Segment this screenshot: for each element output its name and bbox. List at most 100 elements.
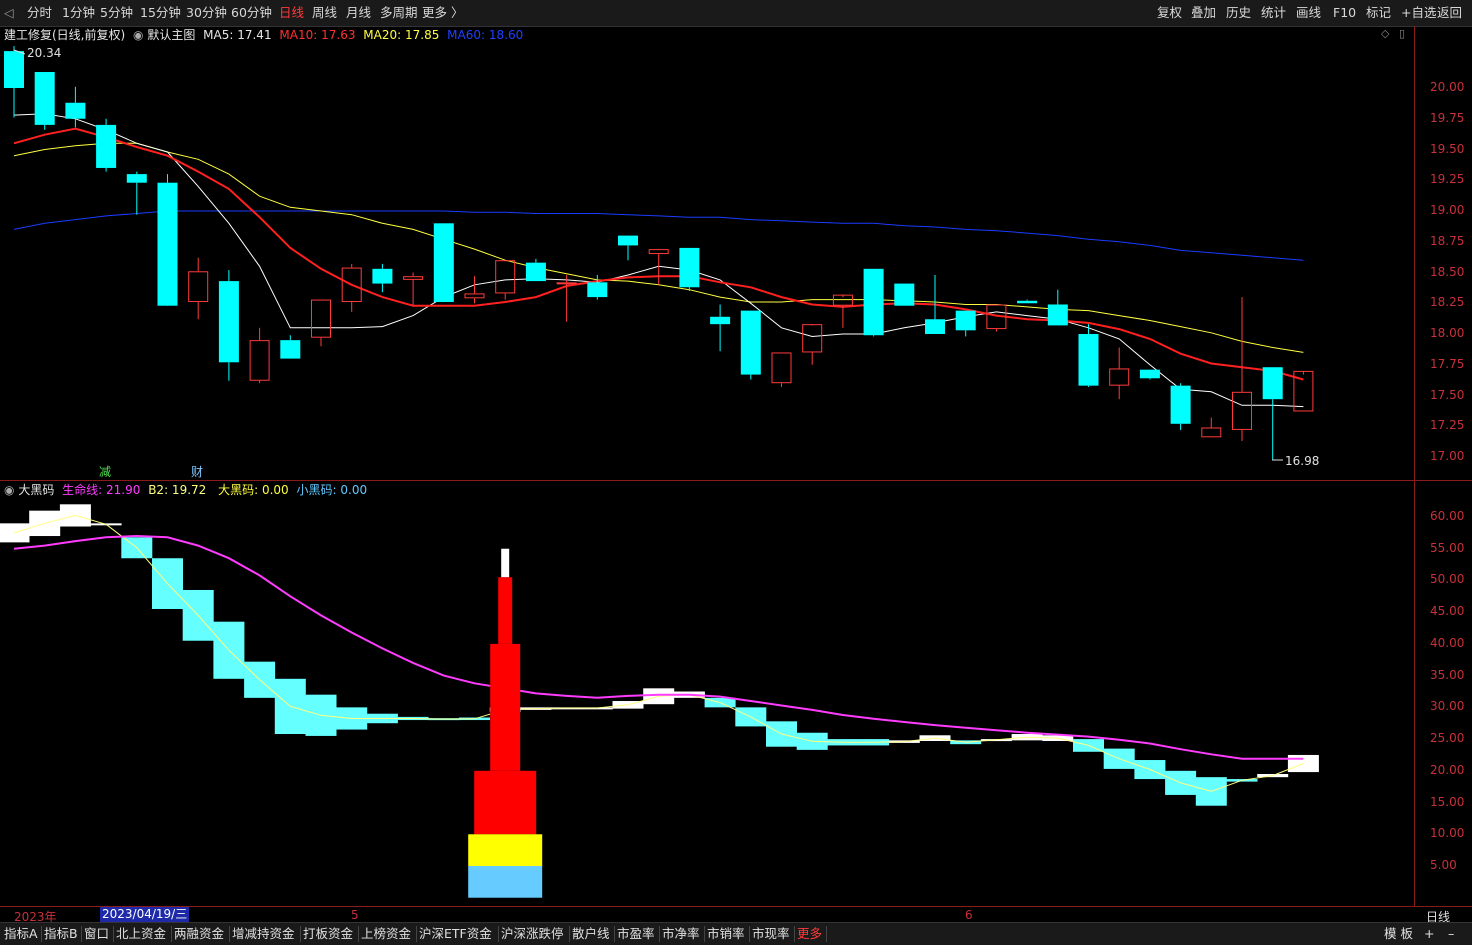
indicator-tab[interactable]: 市现率 bbox=[752, 925, 790, 943]
chip-tower-segment bbox=[468, 866, 543, 898]
date-axis: 2023年 2023/04/19/三 5 6 日线 bbox=[0, 906, 1472, 924]
tab-separator bbox=[300, 926, 301, 942]
indicator-tab[interactable]: 市销率 bbox=[707, 925, 745, 943]
indicator-tab[interactable]: 打板资金 bbox=[303, 925, 353, 943]
candle-body-down bbox=[218, 281, 239, 363]
chip-tower-segment bbox=[498, 577, 513, 644]
indicator-tab[interactable]: 窗口 bbox=[84, 925, 109, 943]
candle-body-down bbox=[618, 235, 638, 246]
candle-body-down bbox=[740, 310, 761, 375]
indicator-tab[interactable]: 上榜资金 bbox=[361, 925, 411, 943]
candle-body-down bbox=[955, 310, 976, 331]
candle-body-down bbox=[679, 247, 700, 288]
candle-body-down bbox=[525, 262, 546, 282]
price-tick-label: 19.50 bbox=[1430, 141, 1465, 156]
indicator-tab[interactable]: 北上资金 bbox=[116, 925, 166, 943]
tab-separator bbox=[826, 926, 827, 942]
tab-separator bbox=[498, 926, 499, 942]
remove-pane-button[interactable]: – bbox=[1448, 925, 1454, 943]
sub-tick-label: 10.00 bbox=[1430, 826, 1465, 841]
indicator-tab[interactable]: 指标A bbox=[4, 925, 38, 943]
sub-tick-label: 5.00 bbox=[1430, 858, 1457, 872]
candle-body-up bbox=[188, 271, 209, 303]
indicator-tab[interactable]: 两融资金 bbox=[174, 925, 224, 943]
candle-body-up bbox=[771, 352, 792, 384]
high-price-annotation: 20.34 bbox=[27, 46, 61, 60]
indicator-tab[interactable]: 市盈率 bbox=[617, 925, 655, 943]
candle-body-up bbox=[464, 293, 485, 299]
indicator-tab-bar: 指标A 指标B 窗口 北上资金 两融资金 增减持资金 打板资金 上榜资金 沪深ETF资金 沪深涨跌… bbox=[0, 922, 1472, 945]
event-marker-reduce: 减 bbox=[99, 465, 111, 479]
price-tick-label: 18.75 bbox=[1430, 233, 1465, 248]
indicator-tab[interactable]: 沪深ETF资金 bbox=[419, 925, 492, 943]
price-tick-label: 18.25 bbox=[1430, 295, 1465, 310]
chip-tower-segment bbox=[468, 834, 543, 866]
candle-body-down bbox=[1139, 369, 1160, 379]
chip-tower-segment bbox=[501, 548, 510, 578]
tab-separator bbox=[659, 926, 660, 942]
tab-separator bbox=[794, 926, 795, 942]
tab-separator bbox=[358, 926, 359, 942]
sub-tick-label: 20.00 bbox=[1430, 762, 1465, 777]
price-tick-label: 17.25 bbox=[1430, 418, 1465, 433]
price-tick-label: 17.75 bbox=[1430, 356, 1465, 371]
candle-body-up bbox=[311, 299, 331, 338]
candle-body-up bbox=[1232, 391, 1252, 430]
candle-body-up bbox=[1201, 427, 1222, 438]
kline-chart[interactable]: 20.34 16.98 减 财 bbox=[0, 0, 1414, 906]
candle-body-down bbox=[372, 268, 393, 284]
sub-tick-label: 60.00 bbox=[1430, 509, 1465, 523]
tab-separator bbox=[113, 926, 114, 942]
candle-body-down bbox=[1262, 367, 1283, 400]
indicator-tab[interactable]: 散户线 bbox=[572, 925, 610, 943]
price-tick-label: 19.25 bbox=[1430, 172, 1465, 187]
candle-body-down bbox=[925, 319, 945, 334]
tab-separator bbox=[569, 926, 570, 942]
candle-body-down bbox=[433, 223, 454, 303]
sub-tick-label: 45.00 bbox=[1430, 604, 1465, 619]
tab-separator bbox=[171, 926, 172, 942]
candle-body-up bbox=[495, 260, 516, 294]
chip-tower-segment bbox=[490, 643, 521, 771]
tab-separator bbox=[749, 926, 750, 942]
candle-body-down bbox=[34, 72, 55, 125]
candle-body-down bbox=[894, 283, 915, 306]
sub-tick-label: 25.00 bbox=[1430, 731, 1465, 746]
date-cursor-label: 2023/04/19/三 bbox=[100, 907, 190, 922]
price-tick-label: 18.50 bbox=[1430, 264, 1465, 279]
candle-body-down bbox=[863, 268, 884, 336]
price-tick-label: 17.00 bbox=[1430, 449, 1465, 463]
indicator-tab[interactable]: 更多 bbox=[797, 925, 822, 943]
candle-body-up bbox=[802, 324, 823, 353]
candle-body-down bbox=[1170, 385, 1191, 424]
date-label-may: 5 bbox=[351, 908, 359, 922]
template-button[interactable]: 模 板 bbox=[1384, 925, 1413, 943]
add-pane-button[interactable]: + bbox=[1424, 925, 1434, 943]
indicator-tab[interactable]: 指标B bbox=[44, 925, 78, 943]
pane-divider-axis bbox=[1414, 480, 1472, 481]
low-price-annotation: 16.98 bbox=[1285, 454, 1319, 468]
candle-body-up bbox=[648, 249, 669, 255]
sub-tick-label: 35.00 bbox=[1430, 667, 1465, 682]
back-button[interactable]: 返回 bbox=[1437, 4, 1462, 22]
indicator-tab[interactable]: 增减持资金 bbox=[232, 925, 295, 943]
indicator-tab[interactable]: 沪深涨跌停 bbox=[501, 925, 564, 943]
sub-tick-label: 40.00 bbox=[1430, 635, 1465, 650]
tab-separator bbox=[614, 926, 615, 942]
candle-body-down bbox=[1078, 334, 1099, 386]
candle-body-down bbox=[96, 124, 117, 168]
candle-body-down bbox=[280, 340, 301, 359]
ma60-line bbox=[13, 210, 1304, 261]
price-axis-border bbox=[1414, 26, 1415, 906]
tab-separator bbox=[229, 926, 230, 942]
candle-body-up bbox=[403, 276, 424, 280]
tab-separator bbox=[704, 926, 705, 942]
candle-body-down bbox=[157, 182, 178, 306]
candle-body-down bbox=[126, 174, 147, 183]
indicator-tab[interactable]: 市净率 bbox=[662, 925, 700, 943]
tab-separator bbox=[41, 926, 42, 942]
candle-body-up bbox=[556, 282, 577, 285]
candle-body-down bbox=[1017, 300, 1038, 304]
candle-body-down bbox=[1047, 304, 1068, 326]
price-tick-label: 17.50 bbox=[1430, 387, 1465, 402]
